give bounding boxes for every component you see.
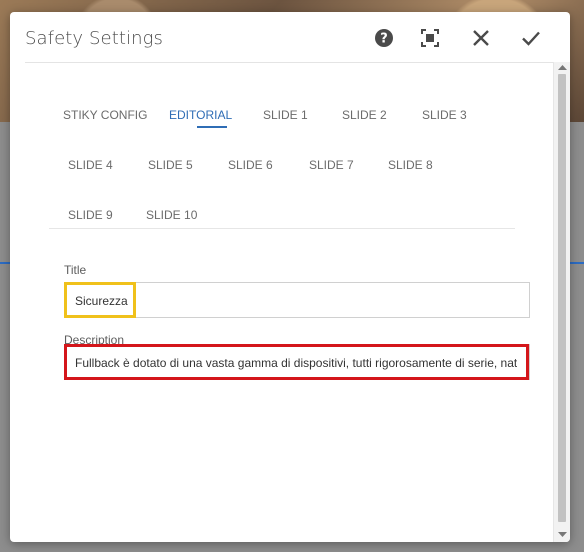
tab-list: STIKY CONFIG EDITORIAL SLIDE 1 SLIDE 2 S… xyxy=(25,63,555,228)
description-highlight xyxy=(64,344,529,380)
tab-slide-3[interactable]: SLIDE 3 xyxy=(422,108,467,122)
scrollbar-thumb[interactable] xyxy=(558,74,566,522)
tabs-divider xyxy=(49,228,515,229)
done-button[interactable] xyxy=(519,26,543,50)
title-input-value: Sicurezza xyxy=(75,294,128,308)
tab-slide-2[interactable]: SLIDE 2 xyxy=(342,108,387,122)
close-button[interactable] xyxy=(469,26,493,50)
active-tab-indicator xyxy=(197,126,227,128)
close-icon xyxy=(473,30,489,46)
vertical-scrollbar[interactable] xyxy=(553,62,570,542)
tab-slide-5[interactable]: SLIDE 5 xyxy=(148,158,193,172)
safety-settings-dialog: Safety Settings ? STIKY CONFIG EDITORIAL… xyxy=(10,12,570,542)
title-label: Title xyxy=(64,263,87,277)
tab-editorial[interactable]: EDITORIAL xyxy=(169,108,232,122)
help-icon: ? xyxy=(375,29,393,47)
tab-slide-8[interactable]: SLIDE 8 xyxy=(388,158,433,172)
dialog-title: Safety Settings xyxy=(25,28,164,49)
tab-slide-7[interactable]: SLIDE 7 xyxy=(309,158,354,172)
scroll-up-arrow-icon[interactable] xyxy=(557,63,568,71)
check-icon xyxy=(522,31,540,46)
fullscreen-icon xyxy=(421,29,439,47)
svg-text:?: ? xyxy=(380,32,388,47)
dialog-titlebar: Safety Settings ? xyxy=(10,12,570,62)
scroll-down-arrow-icon[interactable] xyxy=(557,531,568,539)
tab-slide-4[interactable]: SLIDE 4 xyxy=(68,158,113,172)
title-highlight xyxy=(64,282,136,318)
tab-slide-6[interactable]: SLIDE 6 xyxy=(228,158,273,172)
fullscreen-button[interactable] xyxy=(418,26,442,50)
tab-stiky-config[interactable]: STIKY CONFIG xyxy=(63,108,147,122)
tab-slide-10[interactable]: SLIDE 10 xyxy=(146,208,197,222)
tab-slide-1[interactable]: SLIDE 1 xyxy=(263,108,308,122)
help-button[interactable]: ? xyxy=(372,26,396,50)
dialog-content: STIKY CONFIG EDITORIAL SLIDE 1 SLIDE 2 S… xyxy=(25,62,555,533)
tab-slide-9[interactable]: SLIDE 9 xyxy=(68,208,113,222)
